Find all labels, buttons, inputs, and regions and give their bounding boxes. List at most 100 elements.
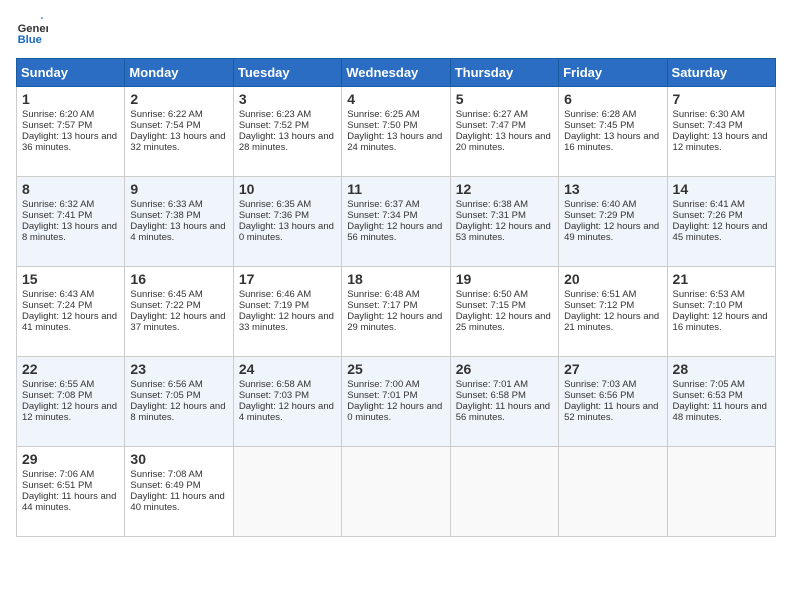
day-info: Sunset: 7:19 PM (239, 300, 336, 311)
calendar-cell: 21Sunrise: 6:53 AMSunset: 7:10 PMDayligh… (667, 267, 775, 357)
day-info: Sunrise: 6:32 AM (22, 199, 119, 210)
day-number: 6 (564, 91, 661, 107)
day-info: Sunrise: 6:25 AM (347, 109, 444, 120)
day-number: 15 (22, 271, 119, 287)
day-info: Daylight: 13 hours and 8 minutes. (22, 221, 119, 243)
day-info: Sunrise: 6:50 AM (456, 289, 553, 300)
day-number: 14 (673, 181, 770, 197)
calendar-cell: 26Sunrise: 7:01 AMSunset: 6:58 PMDayligh… (450, 357, 558, 447)
day-number: 27 (564, 361, 661, 377)
day-info: Daylight: 12 hours and 49 minutes. (564, 221, 661, 243)
day-info: Sunset: 6:56 PM (564, 390, 661, 401)
day-info: Daylight: 12 hours and 16 minutes. (673, 311, 770, 333)
calendar-cell: 9Sunrise: 6:33 AMSunset: 7:38 PMDaylight… (125, 177, 233, 267)
day-info: Sunrise: 6:20 AM (22, 109, 119, 120)
day-number: 13 (564, 181, 661, 197)
calendar-cell: 14Sunrise: 6:41 AMSunset: 7:26 PMDayligh… (667, 177, 775, 267)
day-info: Sunrise: 6:45 AM (130, 289, 227, 300)
day-number: 21 (673, 271, 770, 287)
day-info: Sunset: 7:45 PM (564, 120, 661, 131)
day-info: Sunset: 7:54 PM (130, 120, 227, 131)
day-number: 18 (347, 271, 444, 287)
day-info: Daylight: 12 hours and 4 minutes. (239, 401, 336, 423)
day-info: Sunrise: 7:03 AM (564, 379, 661, 390)
day-info: Sunset: 7:50 PM (347, 120, 444, 131)
page-header: General Blue (16, 16, 776, 48)
day-info: Daylight: 12 hours and 41 minutes. (22, 311, 119, 333)
day-header-friday: Friday (559, 59, 667, 87)
day-info: Daylight: 12 hours and 21 minutes. (564, 311, 661, 333)
day-info: Daylight: 13 hours and 28 minutes. (239, 131, 336, 153)
day-info: Daylight: 11 hours and 48 minutes. (673, 401, 770, 423)
day-info: Sunrise: 7:08 AM (130, 469, 227, 480)
day-number: 30 (130, 451, 227, 467)
day-info: Daylight: 13 hours and 24 minutes. (347, 131, 444, 153)
logo-icon: General Blue (16, 16, 48, 48)
day-number: 16 (130, 271, 227, 287)
day-info: Sunrise: 7:06 AM (22, 469, 119, 480)
day-info: Sunrise: 6:53 AM (673, 289, 770, 300)
day-info: Sunset: 6:58 PM (456, 390, 553, 401)
day-number: 24 (239, 361, 336, 377)
day-info: Sunrise: 6:27 AM (456, 109, 553, 120)
day-info: Sunrise: 6:22 AM (130, 109, 227, 120)
day-number: 26 (456, 361, 553, 377)
day-info: Sunrise: 6:30 AM (673, 109, 770, 120)
day-info: Daylight: 12 hours and 37 minutes. (130, 311, 227, 333)
day-number: 1 (22, 91, 119, 107)
day-info: Sunrise: 7:05 AM (673, 379, 770, 390)
day-info: Sunset: 7:05 PM (130, 390, 227, 401)
day-info: Daylight: 13 hours and 20 minutes. (456, 131, 553, 153)
day-info: Sunset: 6:49 PM (130, 480, 227, 491)
day-info: Daylight: 12 hours and 0 minutes. (347, 401, 444, 423)
day-info: Daylight: 12 hours and 45 minutes. (673, 221, 770, 243)
day-info: Sunset: 6:51 PM (22, 480, 119, 491)
calendar-cell: 6Sunrise: 6:28 AMSunset: 7:45 PMDaylight… (559, 87, 667, 177)
day-info: Sunset: 7:12 PM (564, 300, 661, 311)
calendar-cell: 17Sunrise: 6:46 AMSunset: 7:19 PMDayligh… (233, 267, 341, 357)
calendar-cell: 7Sunrise: 6:30 AMSunset: 7:43 PMDaylight… (667, 87, 775, 177)
calendar-cell: 25Sunrise: 7:00 AMSunset: 7:01 PMDayligh… (342, 357, 450, 447)
day-info: Sunrise: 6:28 AM (564, 109, 661, 120)
calendar-cell: 12Sunrise: 6:38 AMSunset: 7:31 PMDayligh… (450, 177, 558, 267)
day-number: 8 (22, 181, 119, 197)
day-info: Sunset: 7:24 PM (22, 300, 119, 311)
day-info: Sunset: 7:47 PM (456, 120, 553, 131)
day-info: Daylight: 11 hours and 44 minutes. (22, 491, 119, 513)
calendar-cell: 18Sunrise: 6:48 AMSunset: 7:17 PMDayligh… (342, 267, 450, 357)
svg-text:Blue: Blue (18, 34, 42, 46)
day-info: Sunset: 7:57 PM (22, 120, 119, 131)
day-info: Daylight: 12 hours and 33 minutes. (239, 311, 336, 333)
day-number: 19 (456, 271, 553, 287)
calendar-cell: 15Sunrise: 6:43 AMSunset: 7:24 PMDayligh… (17, 267, 125, 357)
day-info: Sunrise: 6:37 AM (347, 199, 444, 210)
calendar-cell: 8Sunrise: 6:32 AMSunset: 7:41 PMDaylight… (17, 177, 125, 267)
calendar-cell: 28Sunrise: 7:05 AMSunset: 6:53 PMDayligh… (667, 357, 775, 447)
calendar-cell: 5Sunrise: 6:27 AMSunset: 7:47 PMDaylight… (450, 87, 558, 177)
calendar-cell (559, 447, 667, 537)
calendar-table: SundayMondayTuesdayWednesdayThursdayFrid… (16, 58, 776, 537)
calendar-cell: 4Sunrise: 6:25 AMSunset: 7:50 PMDaylight… (342, 87, 450, 177)
day-info: Daylight: 12 hours and 56 minutes. (347, 221, 444, 243)
day-info: Daylight: 13 hours and 36 minutes. (22, 131, 119, 153)
day-info: Daylight: 13 hours and 12 minutes. (673, 131, 770, 153)
day-info: Daylight: 12 hours and 8 minutes. (130, 401, 227, 423)
day-info: Daylight: 13 hours and 4 minutes. (130, 221, 227, 243)
day-info: Sunset: 7:01 PM (347, 390, 444, 401)
day-header-wednesday: Wednesday (342, 59, 450, 87)
day-info: Sunset: 7:52 PM (239, 120, 336, 131)
day-header-saturday: Saturday (667, 59, 775, 87)
day-number: 9 (130, 181, 227, 197)
day-number: 17 (239, 271, 336, 287)
calendar-cell (450, 447, 558, 537)
day-header-tuesday: Tuesday (233, 59, 341, 87)
day-number: 28 (673, 361, 770, 377)
day-info: Sunset: 7:31 PM (456, 210, 553, 221)
day-info: Daylight: 11 hours and 52 minutes. (564, 401, 661, 423)
day-number: 25 (347, 361, 444, 377)
day-number: 11 (347, 181, 444, 197)
day-info: Sunrise: 6:33 AM (130, 199, 227, 210)
calendar-cell: 22Sunrise: 6:55 AMSunset: 7:08 PMDayligh… (17, 357, 125, 447)
calendar-cell: 11Sunrise: 6:37 AMSunset: 7:34 PMDayligh… (342, 177, 450, 267)
day-info: Daylight: 12 hours and 12 minutes. (22, 401, 119, 423)
